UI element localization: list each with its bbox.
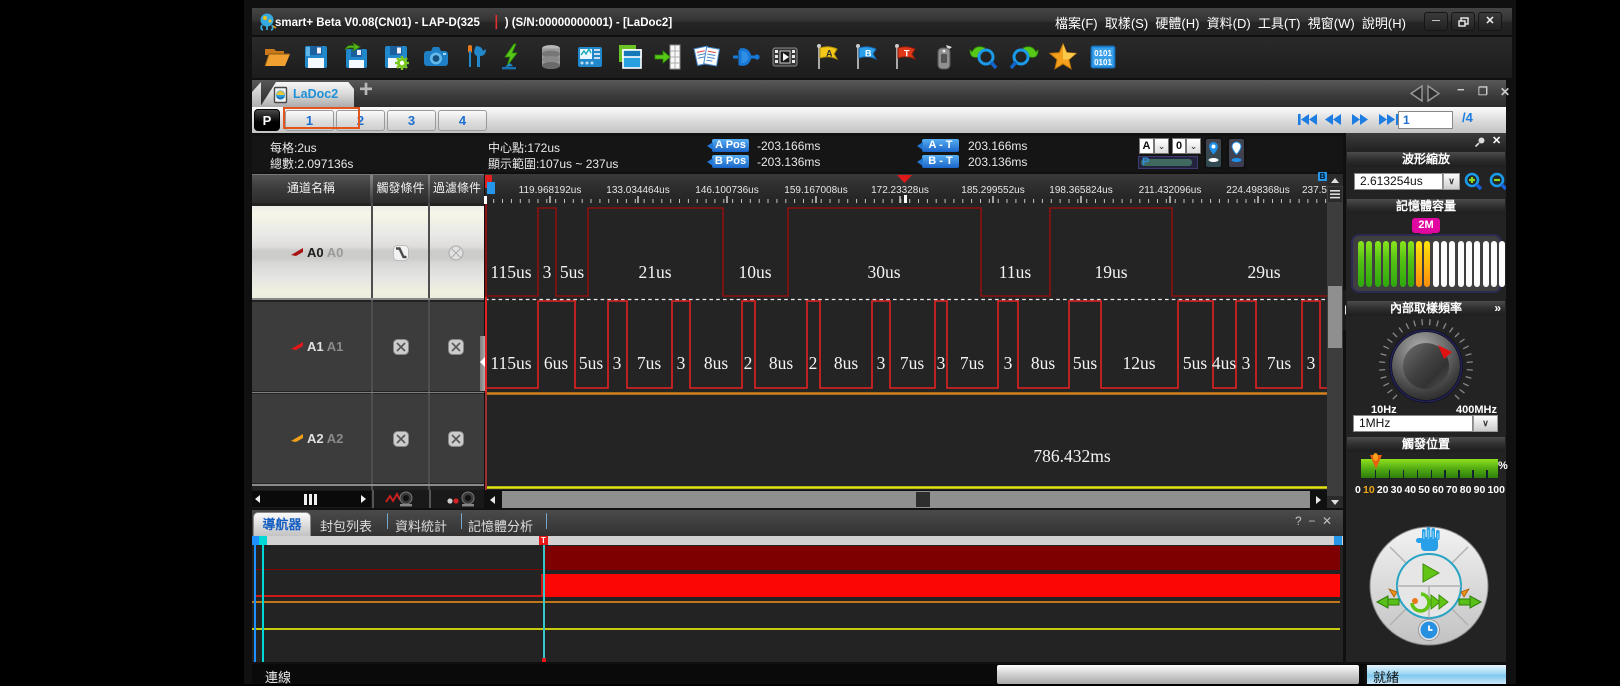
svg-text:224.498368us: 224.498368us: [1226, 185, 1289, 196]
svg-text:5us: 5us: [579, 353, 604, 373]
svg-text:786.432ms: 786.432ms: [1033, 446, 1110, 466]
svg-text:3: 3: [613, 353, 622, 373]
svg-text:11us: 11us: [999, 262, 1032, 282]
svg-text:2: 2: [809, 353, 818, 373]
svg-text:8us: 8us: [834, 353, 859, 373]
svg-text:133.034464us: 133.034464us: [606, 185, 669, 196]
svg-text:3: 3: [877, 353, 886, 373]
svg-text:6us: 6us: [544, 353, 569, 373]
svg-text:T: T: [904, 49, 910, 59]
svg-text:5us: 5us: [560, 262, 585, 282]
svg-text:3: 3: [937, 353, 946, 373]
svg-text:4us: 4us: [1212, 353, 1237, 373]
svg-text:237.5: 237.5: [1302, 185, 1327, 196]
svg-text:8us: 8us: [769, 353, 794, 373]
svg-text:115us: 115us: [490, 353, 531, 373]
svg-text:A: A: [826, 49, 833, 59]
svg-text:8us: 8us: [704, 353, 729, 373]
svg-text:146.100736us: 146.100736us: [695, 185, 758, 196]
svg-text:10us: 10us: [738, 262, 771, 282]
svg-text:2: 2: [744, 353, 753, 373]
svg-text:30us: 30us: [867, 262, 900, 282]
svg-text:185.299552us: 185.299552us: [961, 185, 1024, 196]
svg-text:5us: 5us: [1183, 353, 1208, 373]
svg-text:3: 3: [1004, 353, 1013, 373]
svg-text:159.167008us: 159.167008us: [784, 185, 847, 196]
svg-text:29us: 29us: [1247, 262, 1280, 282]
svg-text:3: 3: [677, 353, 686, 373]
svg-text:5us: 5us: [1073, 353, 1098, 373]
svg-text:7us: 7us: [1267, 353, 1292, 373]
svg-text:3: 3: [1307, 353, 1316, 373]
svg-text:119.968192us: 119.968192us: [519, 185, 582, 196]
svg-text:7us: 7us: [637, 353, 662, 373]
svg-text:21us: 21us: [638, 262, 671, 282]
svg-text:115us: 115us: [490, 262, 531, 282]
svg-text:3: 3: [1242, 353, 1251, 373]
svg-text:211.432096us: 211.432096us: [1139, 185, 1202, 196]
svg-text:B: B: [865, 49, 872, 59]
svg-text:198.365824us: 198.365824us: [1049, 185, 1112, 196]
svg-text:19us: 19us: [1094, 262, 1127, 282]
svg-text:0101: 0101: [1094, 49, 1112, 58]
svg-text:3: 3: [543, 262, 552, 282]
svg-text:12us: 12us: [1122, 353, 1155, 373]
svg-text:172.23328us: 172.23328us: [871, 185, 929, 196]
svg-text:7us: 7us: [960, 353, 985, 373]
svg-text:8us: 8us: [1031, 353, 1056, 373]
svg-text:7us: 7us: [900, 353, 925, 373]
svg-text:0101: 0101: [1094, 58, 1112, 67]
